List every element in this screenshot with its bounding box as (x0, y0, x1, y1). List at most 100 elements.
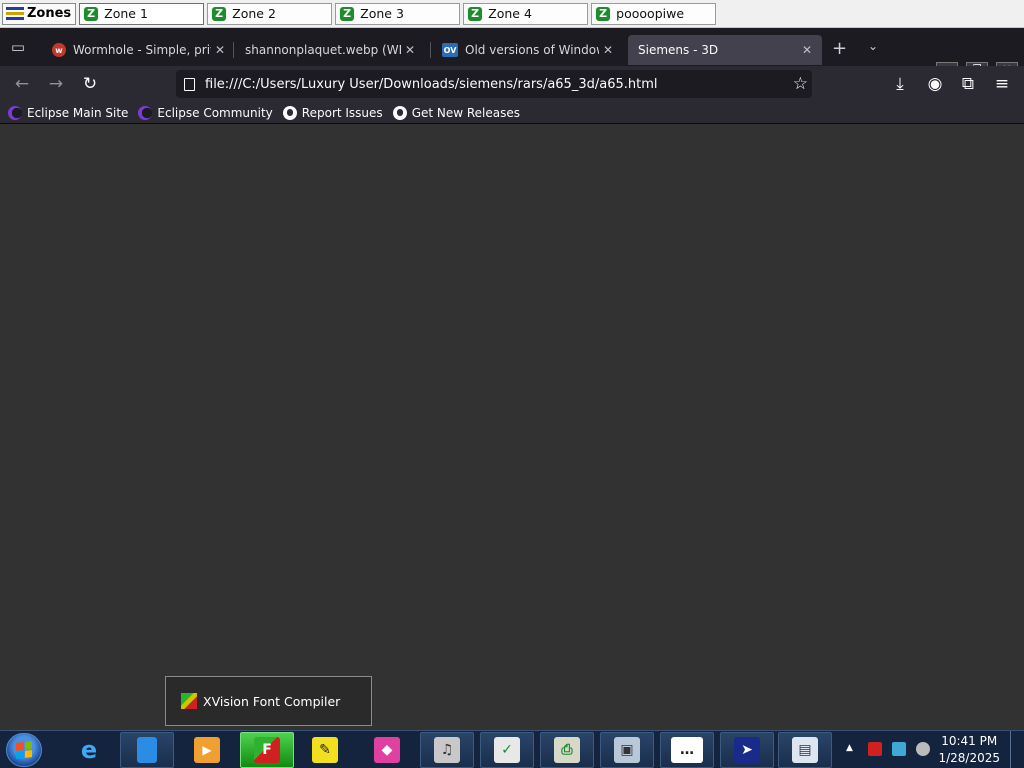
tab-title: Siemens - 3D (638, 43, 719, 57)
system-clock[interactable]: 10:41 PM 1/28/2025 (938, 733, 1000, 767)
taskbar: e ▶ F ✎ ◆ ♫ ✓ ⎙ ▣ … ➤ ▤ ▲ 10:41 PM 1/28/… (0, 730, 1024, 768)
eclipse-icon (8, 105, 22, 120)
show-desktop-button[interactable] (1010, 731, 1024, 768)
paper-plane-icon: ➤ (734, 737, 760, 763)
zone-icon: Z (212, 6, 227, 21)
bookmarks-toolbar: Eclipse Main Site Eclipse Community Repo… (0, 102, 1024, 124)
show-hidden-icons-icon[interactable]: ▲ (846, 743, 853, 753)
clock-date: 1/28/2025 (938, 751, 1000, 765)
tab-list-icon[interactable]: ▭ (8, 37, 28, 57)
tab-title: shannonplaquet.webp (WEBP (245, 43, 401, 57)
zone-tab-label: Zone 4 (488, 6, 532, 21)
browser-tab-wormhole[interactable]: w Wormhole - Simple, privat ✕ (52, 35, 225, 65)
close-icon[interactable]: ✕ (802, 43, 812, 57)
paint-icon: ◆ (374, 737, 400, 763)
account-icon[interactable]: ◉ (924, 74, 946, 94)
taskbar-blank-app[interactable]: … (660, 732, 714, 768)
bookmark-label: Eclipse Main Site (27, 105, 129, 120)
tab-divider (430, 42, 431, 58)
eclipse-icon (138, 105, 153, 120)
menu-icon[interactable]: ≡ (991, 74, 1013, 94)
bookmark-get-new-releases[interactable]: Get New Releases (392, 105, 521, 120)
zone-icon: Z (340, 6, 355, 21)
taskbar-media-player[interactable]: ▶ (180, 732, 234, 768)
system-tray: ▲ 10:41 PM 1/28/2025 (836, 731, 1024, 768)
xvision-icon (181, 693, 197, 709)
taskbar-computer-app[interactable]: ▣ (600, 732, 654, 768)
internet-explorer-icon: e (80, 736, 98, 764)
media-player-icon: ▶ (194, 737, 220, 763)
zones-start-button[interactable]: Zones (2, 2, 77, 25)
bookmark-label: Report Issues (301, 105, 383, 120)
start-button[interactable] (6, 733, 42, 767)
music-icon: ♫ (434, 737, 460, 763)
pencil-icon: ✎ (312, 737, 338, 763)
volume-icon[interactable] (916, 742, 930, 756)
zones-logo-icon (6, 6, 24, 22)
close-icon[interactable]: ✕ (215, 43, 225, 57)
bookmark-report-issues[interactable]: Report Issues (282, 105, 383, 120)
back-icon[interactable]: ← (11, 74, 33, 94)
url-bar[interactable]: file:///C:/Users/Luxury User/Downloads/s… (176, 70, 812, 98)
page-content[interactable] (0, 124, 1024, 730)
zone-tab-1[interactable]: Z Zone 1 (79, 2, 205, 25)
github-icon (392, 105, 407, 120)
taskbar-spreadsheet-app[interactable]: ✓ (480, 732, 534, 768)
document-icon: ▤ (792, 737, 818, 763)
reload-icon[interactable]: ↻ (79, 74, 101, 94)
browser-tab-old-windows[interactable]: OV Old versions of Windows, ✕ (442, 35, 613, 65)
zone-tab-label: poooopiwe (616, 6, 685, 21)
taskbar-paper-plane-app[interactable]: ➤ (720, 732, 774, 768)
new-tab-icon[interactable]: + (832, 38, 847, 59)
zone-icon: Z (468, 6, 483, 21)
taskbar-music-app[interactable]: ♫ (420, 732, 474, 768)
zone-icon: Z (84, 6, 99, 21)
browser-tab-siemens[interactable]: Siemens - 3D ✕ (628, 35, 822, 65)
extensions-icon[interactable]: ⧉ (957, 74, 979, 94)
network-icon[interactable] (892, 742, 906, 756)
windows-logo-icon (16, 741, 32, 759)
zone-tab-label: Zone 1 (104, 6, 148, 21)
taskbar-xvision-font-compiler[interactable]: F (240, 732, 294, 768)
clock-time: 10:41 PM (941, 734, 998, 748)
taskbar-thumbnail-popup[interactable]: XVision Font Compiler (165, 676, 372, 726)
zone-icon: Z (596, 6, 611, 21)
bookmark-label: Eclipse Community (157, 105, 273, 120)
taskbar-document-app[interactable]: ▤ (778, 732, 832, 768)
taskbar-notepad[interactable]: ✎ (298, 732, 352, 768)
bookmark-eclipse-main[interactable]: Eclipse Main Site (8, 105, 129, 120)
zone-tab-2[interactable]: Z Zone 2 (207, 2, 333, 25)
popup-label: XVision Font Compiler (203, 693, 341, 709)
close-icon[interactable]: ✕ (405, 43, 415, 57)
taskbar-internet-explorer[interactable]: e (62, 732, 116, 768)
tab-title: Wormhole - Simple, privat (73, 43, 211, 57)
close-icon[interactable]: ✕ (603, 43, 613, 57)
bookmark-label: Get New Releases (411, 105, 521, 120)
blank-window-icon: … (671, 737, 703, 763)
navigation-toolbar: ← → ↻ file:///C:/Users/Luxury User/Downl… (0, 66, 1024, 102)
zone-tab-label: Zone 3 (360, 6, 404, 21)
bookmark-star-icon[interactable]: ☆ (793, 74, 808, 94)
zone-tab-label: Zone 2 (232, 6, 276, 21)
taskbar-file-explorer[interactable] (120, 732, 174, 768)
github-icon (282, 105, 297, 120)
action-center-flag-icon[interactable] (868, 742, 882, 756)
zone-tab-4[interactable]: Z Zone 4 (463, 2, 589, 25)
chevron-down-icon[interactable]: ⌄ (868, 39, 878, 53)
zone-tab-3[interactable]: Z Zone 3 (335, 2, 461, 25)
tab-title: Old versions of Windows, (465, 43, 599, 57)
wormhole-icon: w (52, 43, 66, 57)
printer-icon: ⎙ (554, 737, 580, 763)
forward-icon[interactable]: → (45, 74, 67, 94)
zone-tab-5[interactable]: Z poooopiwe (591, 2, 717, 25)
tab-divider (233, 42, 234, 58)
zones-start-label: Zones (27, 6, 72, 21)
browser-tab-webp[interactable]: shannonplaquet.webp (WEBP ✕ (245, 35, 415, 65)
taskbar-paint-app[interactable]: ◆ (360, 732, 414, 768)
bookmark-eclipse-community[interactable]: Eclipse Community (138, 105, 273, 120)
taskbar-printer-app[interactable]: ⎙ (540, 732, 594, 768)
page-icon (184, 77, 195, 91)
downloads-icon[interactable]: ⤓ (889, 74, 911, 94)
spreadsheet-icon: ✓ (494, 737, 520, 763)
xvision-icon: F (254, 737, 280, 763)
